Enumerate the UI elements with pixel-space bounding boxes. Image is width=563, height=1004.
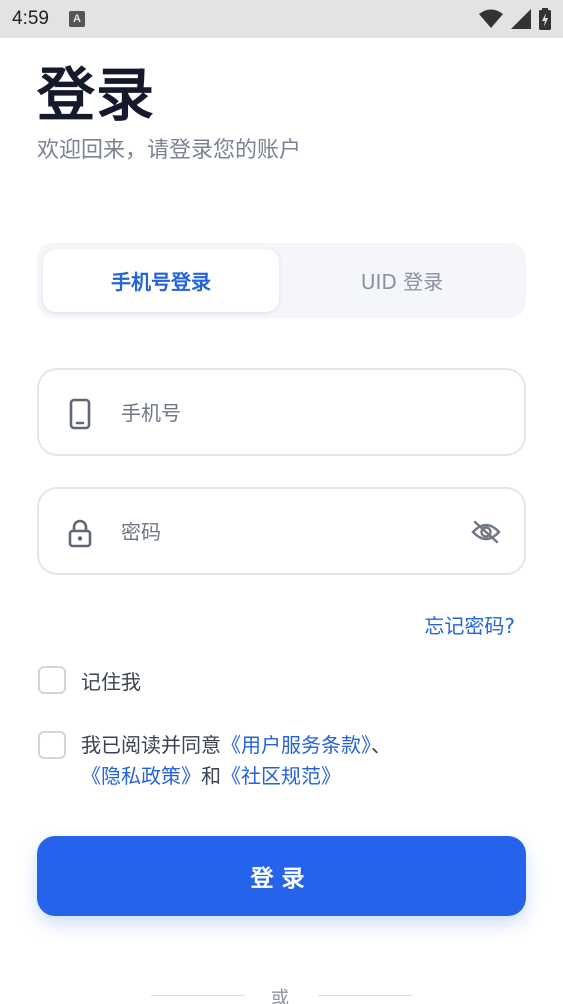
divider-or: 或 [271, 988, 289, 1004]
status-bar: 4:59 A [0, 0, 563, 38]
status-icons [479, 8, 551, 30]
wifi-icon [479, 9, 503, 28]
password-input[interactable] [121, 513, 441, 551]
page-subtitle: 欢迎回来，请登录您的账户 [37, 138, 302, 163]
phone-field[interactable] [37, 368, 526, 456]
community-guidelines-link[interactable]: 《社区规范》 [221, 764, 341, 788]
page-title: 登录 [37, 61, 156, 129]
agreement-checkbox[interactable] [38, 731, 66, 759]
agreement-separator: 、 [371, 733, 391, 757]
phone-icon [65, 398, 95, 430]
remember-me-label[interactable]: 记住我 [81, 666, 141, 695]
battery-icon [539, 8, 551, 30]
password-field[interactable] [37, 487, 526, 575]
privacy-policy-link[interactable]: 《隐私政策》 [81, 764, 201, 788]
agreement-and: 和 [201, 764, 221, 788]
tab-uid-login[interactable]: UID 登录 [284, 249, 520, 312]
status-time: 4:59 [12, 8, 49, 29]
tab-phone-login[interactable]: 手机号登录 [43, 249, 279, 312]
divider-line-left [151, 995, 245, 996]
forgot-password-link[interactable]: 忘记密码? [424, 610, 515, 639]
agreement-text: 我已阅读并同意《用户服务条款》、《隐私政策》和《社区规范》 [81, 730, 481, 792]
signal-icon [511, 9, 531, 29]
lock-icon [65, 517, 95, 549]
divider-line-right [318, 995, 412, 996]
agreement-prefix: 我已阅读并同意 [81, 733, 221, 757]
terms-of-service-link[interactable]: 《用户服务条款》 [221, 733, 371, 757]
login-button[interactable]: 登录 [37, 836, 526, 916]
eye-off-icon[interactable] [470, 517, 502, 547]
login-mode-tabs: 手机号登录 UID 登录 [37, 243, 526, 318]
remember-me-checkbox[interactable] [38, 666, 66, 694]
phone-input[interactable] [121, 394, 441, 432]
notification-icon: A [68, 11, 85, 27]
